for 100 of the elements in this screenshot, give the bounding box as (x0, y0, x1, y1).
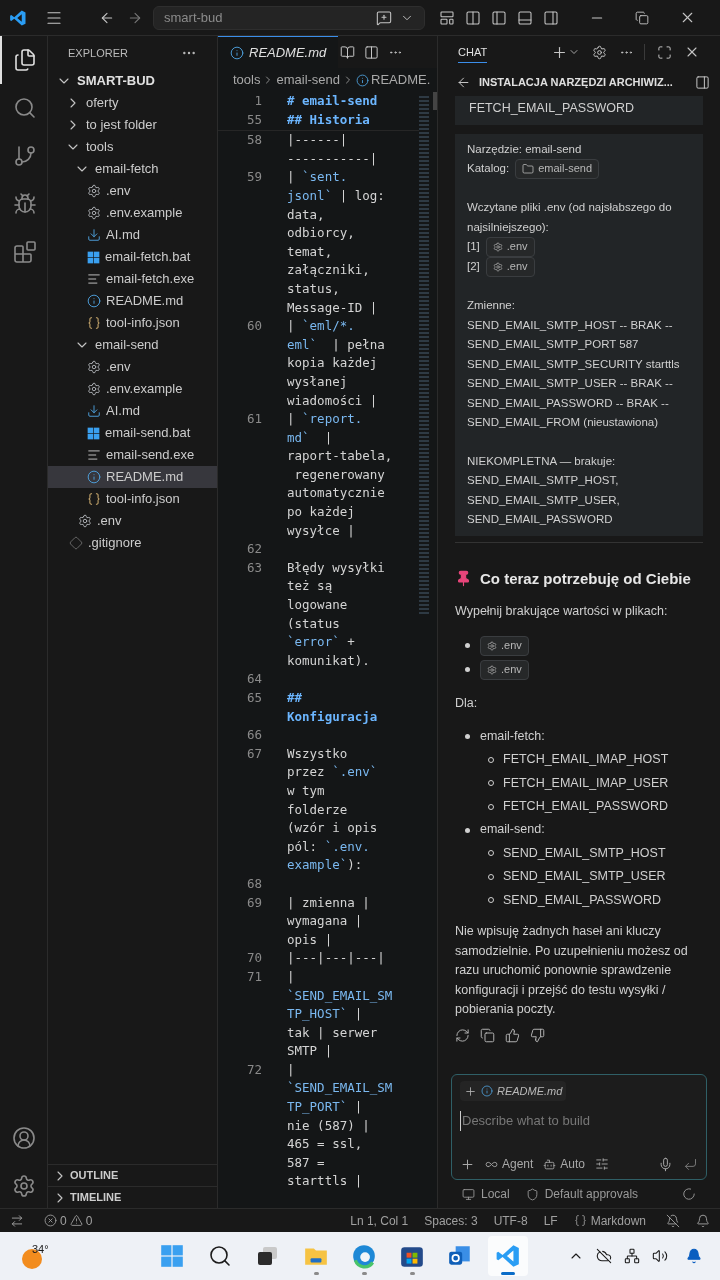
folder-row[interactable]: tools (48, 136, 217, 158)
app-logo-icon[interactable] (9, 8, 27, 27)
folder-row[interactable]: to jest folder (48, 114, 217, 136)
file-row[interactable]: README.md (48, 290, 217, 312)
file-row[interactable]: AI.md (48, 400, 217, 422)
maximize-icon[interactable] (657, 44, 672, 60)
bullet-icon (465, 643, 470, 648)
approvals-button[interactable]: Default approvals (525, 1185, 639, 1203)
panel-bottom-icon[interactable] (517, 9, 533, 26)
file-row[interactable]: .env.example (48, 378, 217, 400)
file-row[interactable]: AI.md (48, 224, 217, 246)
code-text: wysłanej (287, 372, 348, 391)
file-row[interactable]: .env (48, 510, 217, 532)
retry-icon[interactable] (455, 1027, 470, 1043)
add-icon[interactable] (464, 1084, 477, 1098)
volume-icon[interactable] (652, 1248, 668, 1264)
line-ending[interactable]: LF (543, 1211, 558, 1230)
columns-icon[interactable] (465, 9, 481, 26)
preview-icon[interactable] (340, 44, 356, 60)
back-icon[interactable] (456, 74, 471, 90)
split-editor-icon[interactable] (364, 44, 380, 60)
breadcrumb-item[interactable]: README. (371, 70, 431, 90)
panel-right-icon[interactable] (543, 9, 559, 26)
panel-left-icon[interactable] (491, 9, 507, 26)
gear-icon (492, 242, 503, 252)
windows-icon[interactable] (87, 426, 100, 440)
command-center[interactable]: smart-bud (153, 5, 425, 30)
breadcrumb-item[interactable]: tools (233, 70, 261, 90)
search-icon[interactable] (208, 1244, 232, 1268)
folder-row[interactable]: email-fetch (48, 158, 217, 180)
remote-icon[interactable] (10, 1213, 24, 1228)
settings-icon[interactable] (11, 1174, 36, 1198)
file-row[interactable]: tool-info.json (48, 312, 217, 334)
pin-icon (455, 569, 472, 587)
send-icon[interactable] (683, 1156, 698, 1172)
file-row[interactable]: email-send.exe (48, 444, 217, 466)
file-chip[interactable]: .env (485, 237, 535, 257)
file-chip[interactable]: .env (480, 635, 529, 656)
section-header[interactable]: TIMELINE (48, 1186, 217, 1208)
files-icon[interactable] (12, 48, 37, 72)
section-header[interactable]: OUTLINE (48, 1164, 217, 1186)
folder-row[interactable]: email-send (48, 334, 217, 356)
browser-icon[interactable] (351, 1243, 377, 1269)
location-button[interactable]: Local (462, 1185, 510, 1203)
mode-picker[interactable]: Agent (485, 1155, 534, 1173)
language-mode[interactable]: Markdown (573, 1211, 646, 1230)
settings-icon[interactable] (592, 44, 607, 60)
file-row[interactable]: email-fetch.exe (48, 268, 217, 290)
attachment-chip[interactable]: README.md (460, 1081, 567, 1101)
folder-row[interactable]: SMART-BUD (48, 70, 217, 92)
file-row[interactable]: email-fetch.bat (48, 246, 217, 268)
account-icon[interactable] (11, 1126, 36, 1150)
editor-tab[interactable]: README.md (218, 36, 339, 68)
file-row[interactable]: .env (48, 356, 217, 378)
thumbs-up-icon[interactable] (505, 1027, 520, 1043)
scrollbar-thumb[interactable] (433, 92, 437, 110)
cloud-off-icon[interactable] (596, 1248, 612, 1264)
indentation[interactable]: Spaces: 3 (424, 1211, 478, 1230)
file-row[interactable]: email-send.bat (48, 422, 217, 444)
chat-text: SEND_EMAIL_FROM (nieustawiona) (467, 415, 660, 430)
weather-widget[interactable]: 34° (18, 1239, 52, 1273)
file-chip[interactable]: .env (480, 659, 529, 680)
task-view-icon[interactable] (256, 1244, 280, 1268)
windows-start-icon[interactable] (160, 1244, 184, 1268)
folder-row[interactable]: oferty (48, 92, 217, 114)
info-icon (356, 73, 370, 87)
bell-icon[interactable] (696, 1213, 710, 1228)
file-row[interactable]: tool-info.json (48, 488, 217, 510)
windows-icon[interactable] (87, 250, 100, 264)
chat-input-box[interactable]: README.md Describe what to build Agent Auto (451, 1074, 707, 1180)
microphone-icon[interactable] (658, 1156, 673, 1172)
problems-button[interactable]: 0 0 (44, 1211, 93, 1230)
chat-text: NIEKOMPLETNA — brakuje: (467, 453, 617, 469)
copy-icon[interactable] (480, 1027, 495, 1043)
encoding[interactable]: UTF-8 (493, 1211, 528, 1230)
file-row[interactable]: README.md (48, 466, 217, 488)
network-icon[interactable] (624, 1248, 640, 1264)
breadcrumb-item[interactable]: email-send (276, 70, 341, 90)
sliders-icon[interactable] (595, 1157, 610, 1171)
file-row[interactable]: .env (48, 180, 217, 202)
chat-input[interactable]: Describe what to build (460, 1111, 698, 1131)
layout-icon[interactable] (439, 9, 455, 26)
chat-sparkle-icon[interactable] (376, 9, 392, 26)
file-chip[interactable]: .env (485, 257, 535, 277)
bug-icon[interactable] (12, 192, 37, 216)
chat-tab[interactable]: CHAT (458, 41, 488, 63)
code-editor-icon[interactable] (495, 1243, 521, 1269)
file-chip[interactable]: email-send (515, 159, 599, 179)
cursor-position[interactable]: Ln 1, Col 1 (350, 1211, 409, 1230)
file-row[interactable]: .env.example (48, 202, 217, 224)
file-row[interactable]: .gitignore (48, 532, 217, 554)
panel-icon[interactable] (695, 74, 710, 90)
notification-icon[interactable] (686, 1248, 702, 1264)
model-picker[interactable]: Auto (543, 1155, 586, 1173)
restore-icon[interactable] (635, 10, 649, 25)
branch-icon[interactable] (12, 144, 37, 168)
thumbs-down-icon[interactable] (530, 1027, 545, 1043)
blocks-icon[interactable] (12, 240, 37, 264)
add-icon[interactable] (460, 1156, 475, 1172)
code-text: Błędy wysyłki (287, 558, 385, 577)
